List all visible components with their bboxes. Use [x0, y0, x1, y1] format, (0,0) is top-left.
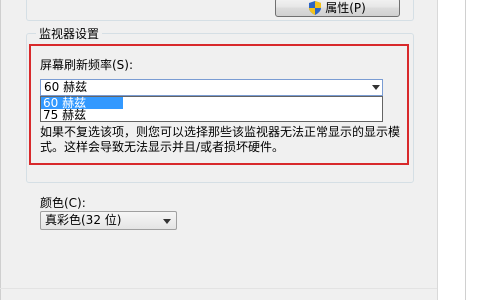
- color-label: 颜色(C):: [40, 196, 86, 210]
- color-depth-select[interactable]: 真彩色(32 位): [40, 211, 177, 230]
- right-strip: [437, 0, 480, 300]
- bottom-divider: [0, 288, 437, 289]
- uac-shield-icon: [309, 0, 322, 15]
- right-divider: [465, 0, 466, 300]
- display-settings-dialog: 属性(P) 监视器设置 屏幕刷新频率(S): 60 赫兹 60 赫兹 75 赫兹…: [0, 0, 480, 300]
- monitor-settings-title: 监视器设置: [36, 25, 103, 42]
- highlight-annotation: [29, 44, 409, 165]
- chevron-down-icon[interactable]: [163, 219, 171, 224]
- color-depth-value: 真彩色(32 位): [45, 213, 122, 227]
- left-border: [0, 0, 1, 300]
- properties-button[interactable]: 属性(P): [275, 0, 400, 17]
- properties-button-label: 属性(P): [325, 1, 366, 15]
